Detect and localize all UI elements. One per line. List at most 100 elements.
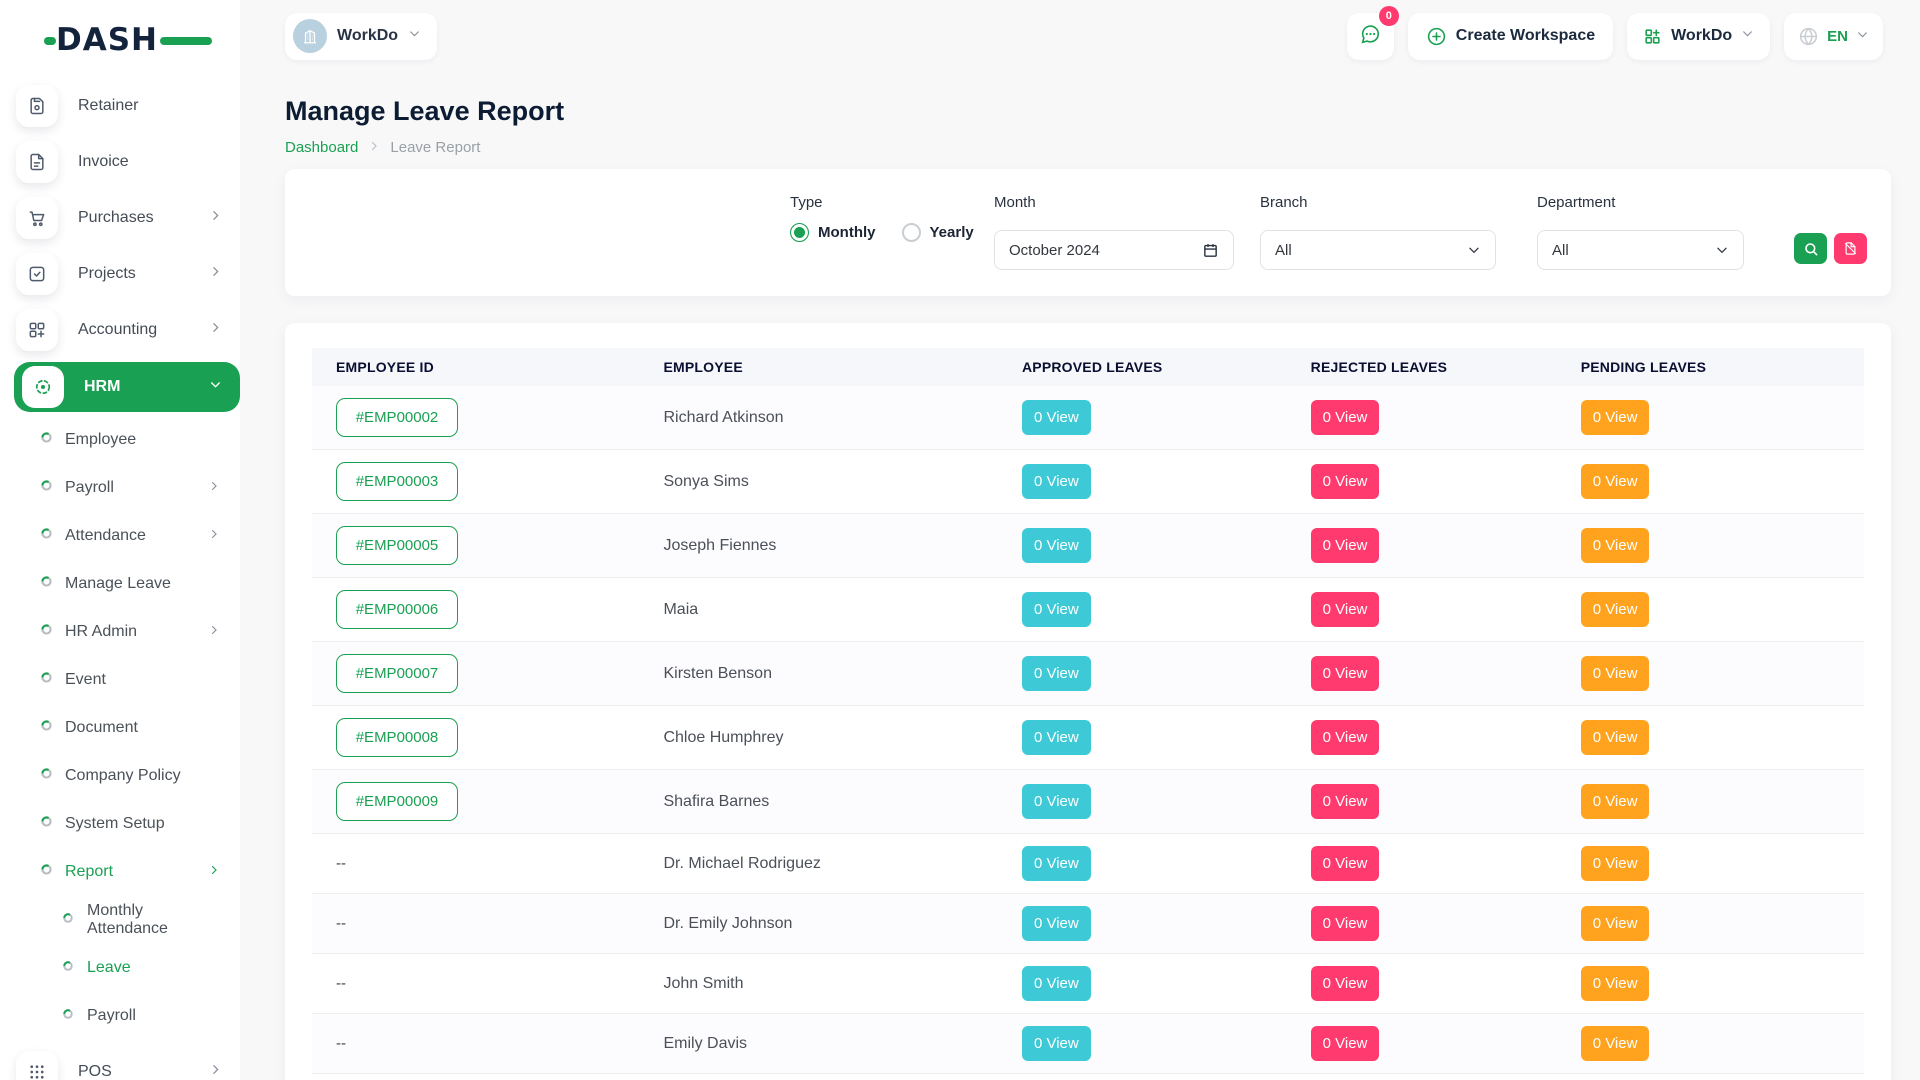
rejected-view-badge[interactable]: 0 View — [1311, 966, 1380, 1001]
create-workspace-button[interactable]: Create Workspace — [1408, 13, 1613, 60]
pending-view-badge[interactable]: 0 View — [1581, 906, 1650, 941]
rejected-view-badge[interactable]: 0 View — [1311, 528, 1380, 563]
rejected-view-badge[interactable]: 0 View — [1311, 464, 1380, 499]
approved-view-badge[interactable]: 0 View — [1022, 846, 1091, 881]
sidebar-item-report[interactable]: Report — [0, 848, 240, 896]
chevron-right-icon — [209, 321, 222, 339]
employee-name: Maia — [639, 578, 998, 642]
employee-id-button[interactable]: #EMP00008 — [336, 718, 458, 757]
sidebar-item-label: POS — [78, 1063, 209, 1080]
type-label: Type — [790, 194, 823, 211]
topbar: WorkDo 0 Create Workspace — [240, 0, 1920, 72]
sidebar-item-invoice[interactable]: Invoice — [0, 134, 240, 190]
logo-dash — [160, 37, 212, 45]
brand-logo[interactable]: DASH — [56, 22, 186, 56]
sidebar-item-pos[interactable]: POS — [0, 1044, 240, 1080]
workspace-name: WorkDo — [337, 27, 398, 45]
rejected-view-badge[interactable]: 0 View — [1311, 656, 1380, 691]
chevron-right-icon — [208, 863, 220, 881]
employee-id-button[interactable]: #EMP00006 — [336, 590, 458, 629]
pending-view-badge[interactable]: 0 View — [1581, 720, 1650, 755]
chevron-right-icon — [368, 139, 380, 156]
table-row: #EMP00003 Sonya Sims 0 View 0 View 0 Vie… — [312, 450, 1864, 514]
reset-filter-button[interactable] — [1834, 233, 1867, 264]
sidebar-item-manage-leave[interactable]: Manage Leave — [0, 560, 240, 608]
messages-button[interactable]: 0 — [1347, 13, 1394, 60]
employee-id-button[interactable]: #EMP00003 — [336, 462, 458, 501]
rejected-view-badge[interactable]: 0 View — [1311, 784, 1380, 819]
rejected-view-badge[interactable]: 0 View — [1311, 400, 1380, 435]
approved-view-badge[interactable]: 0 View — [1022, 592, 1091, 627]
employee-id-button[interactable]: #EMP00002 — [336, 398, 458, 437]
approved-view-badge[interactable]: 0 View — [1022, 528, 1091, 563]
approved-view-badge[interactable]: 0 View — [1022, 400, 1091, 435]
sidebar-item-system-setup[interactable]: System Setup — [0, 800, 240, 848]
sidebar-item-hr-admin[interactable]: HR Admin — [0, 608, 240, 656]
logo-dot — [44, 37, 56, 45]
sidebar-item-label: Retainer — [78, 97, 222, 115]
search-button[interactable] — [1794, 233, 1827, 264]
branch-select[interactable]: All — [1260, 230, 1496, 270]
sidebar-item-attendance[interactable]: Attendance — [0, 512, 240, 560]
pending-view-badge[interactable]: 0 View — [1581, 846, 1650, 881]
employee-id-button[interactable]: #EMP00007 — [336, 654, 458, 693]
sidebar-item-document[interactable]: Document — [0, 704, 240, 752]
pos-grid-icon — [16, 1051, 58, 1080]
pending-view-badge[interactable]: 0 View — [1581, 656, 1650, 691]
approved-view-badge[interactable]: 0 View — [1022, 966, 1091, 1001]
sidebar-item-retainer[interactable]: Retainer — [0, 78, 240, 134]
sidebar-item-employee[interactable]: Employee — [0, 416, 240, 464]
table-row: #EMP00008 Chloe Humphrey 0 View 0 View 0… — [312, 706, 1864, 770]
sidebar-item-payroll[interactable]: Payroll — [0, 464, 240, 512]
employee-id-button[interactable]: #EMP00009 — [336, 782, 458, 821]
sidebar-item-event[interactable]: Event — [0, 656, 240, 704]
table-row: #EMP00002 Richard Atkinson 0 View 0 View… — [312, 386, 1864, 450]
yearly-radio[interactable]: Yearly — [902, 223, 974, 242]
table-row: #EMP00006 Maia 0 View 0 View 0 View — [312, 578, 1864, 642]
employee-id-button[interactable]: #EMP00005 — [336, 526, 458, 565]
rejected-view-badge[interactable]: 0 View — [1311, 846, 1380, 881]
app-switcher[interactable]: WorkDo — [1627, 13, 1770, 60]
approved-view-badge[interactable]: 0 View — [1022, 906, 1091, 941]
check-square-icon — [16, 253, 58, 295]
sidebar-item-projects[interactable]: Projects — [0, 246, 240, 302]
leave-report-table-card: EMPLOYEE ID EMPLOYEE APPROVED LEAVES REJ… — [285, 323, 1891, 1080]
pending-view-badge[interactable]: 0 View — [1581, 528, 1650, 563]
approved-view-badge[interactable]: 0 View — [1022, 656, 1091, 691]
pending-view-badge[interactable]: 0 View — [1581, 966, 1650, 1001]
pending-view-badge[interactable]: 0 View — [1581, 1026, 1650, 1061]
breadcrumb-dashboard-link[interactable]: Dashboard — [285, 139, 358, 156]
sidebar-item-leave[interactable]: Leave — [0, 944, 240, 992]
table-row: -- John Smith 0 View 0 View 0 View — [312, 954, 1864, 1014]
language-selector[interactable]: EN — [1784, 13, 1883, 60]
monthly-radio[interactable]: Monthly — [790, 223, 876, 242]
sidebar-item-accounting[interactable]: Accounting — [0, 302, 240, 358]
sidebar-item-hrm[interactable]: HRM — [14, 362, 240, 412]
pending-view-badge[interactable]: 0 View — [1581, 784, 1650, 819]
pending-view-badge[interactable]: 0 View — [1581, 400, 1650, 435]
workspace-selector[interactable]: WorkDo — [285, 13, 437, 60]
sidebar-item-report-payroll[interactable]: Payroll — [0, 992, 240, 1040]
table-row: -- Dr. Emily Johnson 0 View 0 View 0 Vie… — [312, 894, 1864, 954]
pending-view-badge[interactable]: 0 View — [1581, 464, 1650, 499]
col-approved-leaves: APPROVED LEAVES — [998, 348, 1287, 386]
sidebar-item-monthly-attendance[interactable]: Monthly Attendance — [0, 896, 240, 944]
rejected-view-badge[interactable]: 0 View — [1311, 720, 1380, 755]
sub-item-label: System Setup — [65, 815, 220, 833]
rejected-view-badge[interactable]: 0 View — [1311, 1026, 1380, 1061]
sub-item-label: Monthly Attendance — [87, 902, 220, 938]
approved-view-badge[interactable]: 0 View — [1022, 464, 1091, 499]
employee-name: John Smith — [639, 954, 998, 1014]
approved-view-badge[interactable]: 0 View — [1022, 1026, 1091, 1061]
rejected-view-badge[interactable]: 0 View — [1311, 906, 1380, 941]
department-select[interactable]: All — [1537, 230, 1744, 270]
main-content: Manage Leave Report Dashboard Leave Repo… — [240, 72, 1920, 1080]
sidebar-item-purchases[interactable]: Purchases — [0, 190, 240, 246]
approved-view-badge[interactable]: 0 View — [1022, 720, 1091, 755]
approved-view-badge[interactable]: 0 View — [1022, 784, 1091, 819]
pending-view-badge[interactable]: 0 View — [1581, 592, 1650, 627]
month-input[interactable]: October 2024 — [994, 230, 1234, 270]
sidebar-item-company-policy[interactable]: Company Policy — [0, 752, 240, 800]
rejected-view-badge[interactable]: 0 View — [1311, 592, 1380, 627]
table-row: -- Emily Davis 0 View 0 View 0 View — [312, 1014, 1864, 1074]
